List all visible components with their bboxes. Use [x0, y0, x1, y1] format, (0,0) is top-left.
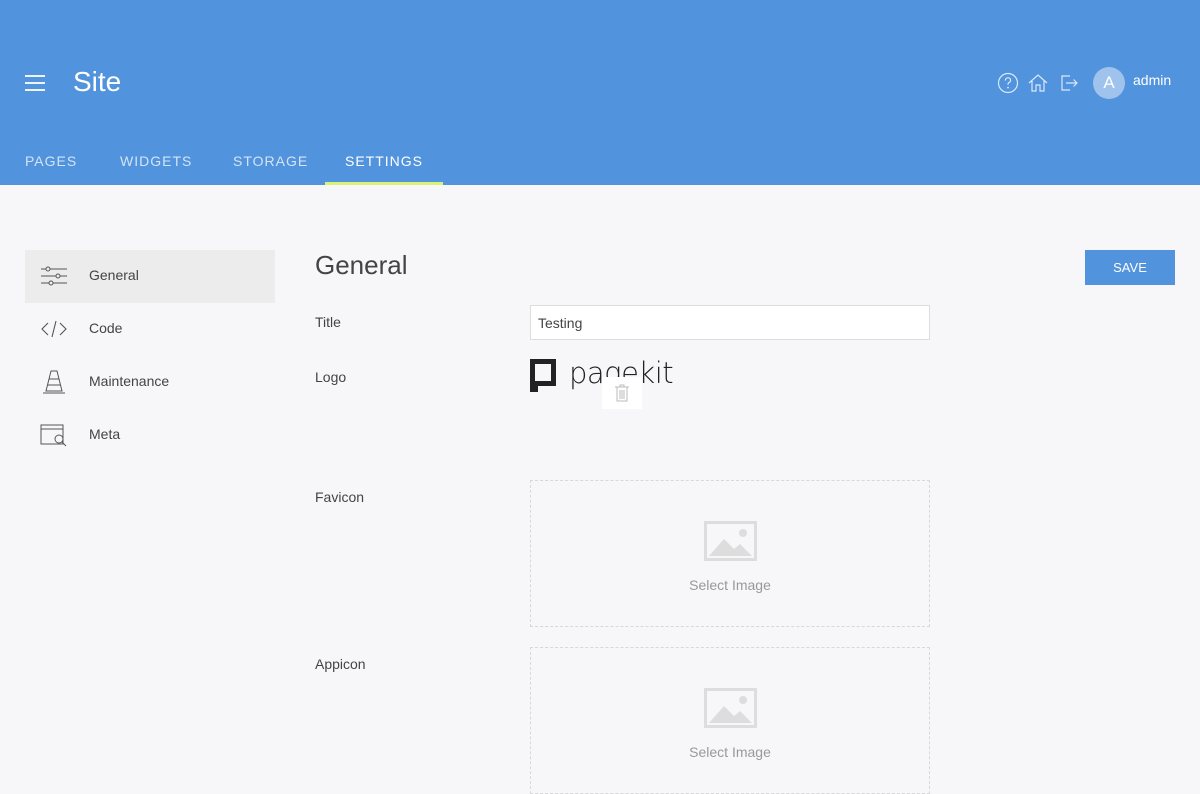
logout-icon[interactable]	[1058, 72, 1080, 94]
sidebar-item-code[interactable]: Code	[25, 303, 275, 356]
username[interactable]: admin	[1133, 72, 1171, 88]
image-placeholder-icon	[704, 521, 757, 561]
select-image-label: Select Image	[689, 577, 771, 593]
select-image-label: Select Image	[689, 744, 771, 760]
hamburger-menu-icon[interactable]	[25, 75, 45, 91]
home-icon[interactable]	[1027, 72, 1049, 94]
pagekit-logo-mark	[530, 359, 556, 392]
tab-widgets[interactable]: WIDGETS	[120, 140, 192, 185]
browser-search-icon	[40, 423, 68, 447]
settings-sidebar: General Code Maintenance Meta	[25, 250, 275, 462]
sidebar-item-label: Meta	[89, 426, 121, 442]
sidebar-item-maintenance[interactable]: Maintenance	[25, 356, 275, 409]
sidebar-item-meta[interactable]: Meta	[25, 409, 275, 462]
sidebar-item-label: Code	[89, 320, 123, 336]
save-button[interactable]: SAVE	[1085, 250, 1175, 285]
sliders-icon	[40, 264, 68, 288]
section-title: General	[315, 250, 408, 280]
tab-settings[interactable]: SETTINGS	[325, 140, 443, 185]
image-placeholder-icon	[704, 688, 757, 728]
logo-label: Logo	[315, 369, 347, 385]
appicon-label: Appicon	[315, 656, 366, 672]
code-icon	[40, 317, 68, 341]
sidebar-item-label: General	[89, 267, 139, 283]
favicon-select-image[interactable]: Select Image	[530, 480, 930, 627]
avatar[interactable]: A	[1093, 67, 1125, 99]
tab-pages[interactable]: PAGES	[25, 140, 77, 185]
logo-image[interactable]: pagekit	[530, 356, 674, 396]
traffic-cone-icon	[40, 370, 68, 394]
title-input[interactable]	[530, 305, 930, 340]
trash-icon[interactable]	[602, 377, 642, 409]
tab-storage[interactable]: STORAGE	[233, 140, 308, 185]
appicon-select-image[interactable]: Select Image	[530, 647, 930, 794]
sidebar-item-label: Maintenance	[89, 373, 170, 389]
help-icon[interactable]	[997, 72, 1019, 94]
top-header: Site A admin PAGES WIDGETS STORAGE SETTI…	[0, 0, 1200, 185]
page-title: Site	[73, 66, 122, 97]
title-label: Title	[315, 314, 341, 330]
sidebar-item-general[interactable]: General	[25, 250, 275, 303]
favicon-label: Favicon	[315, 489, 365, 505]
